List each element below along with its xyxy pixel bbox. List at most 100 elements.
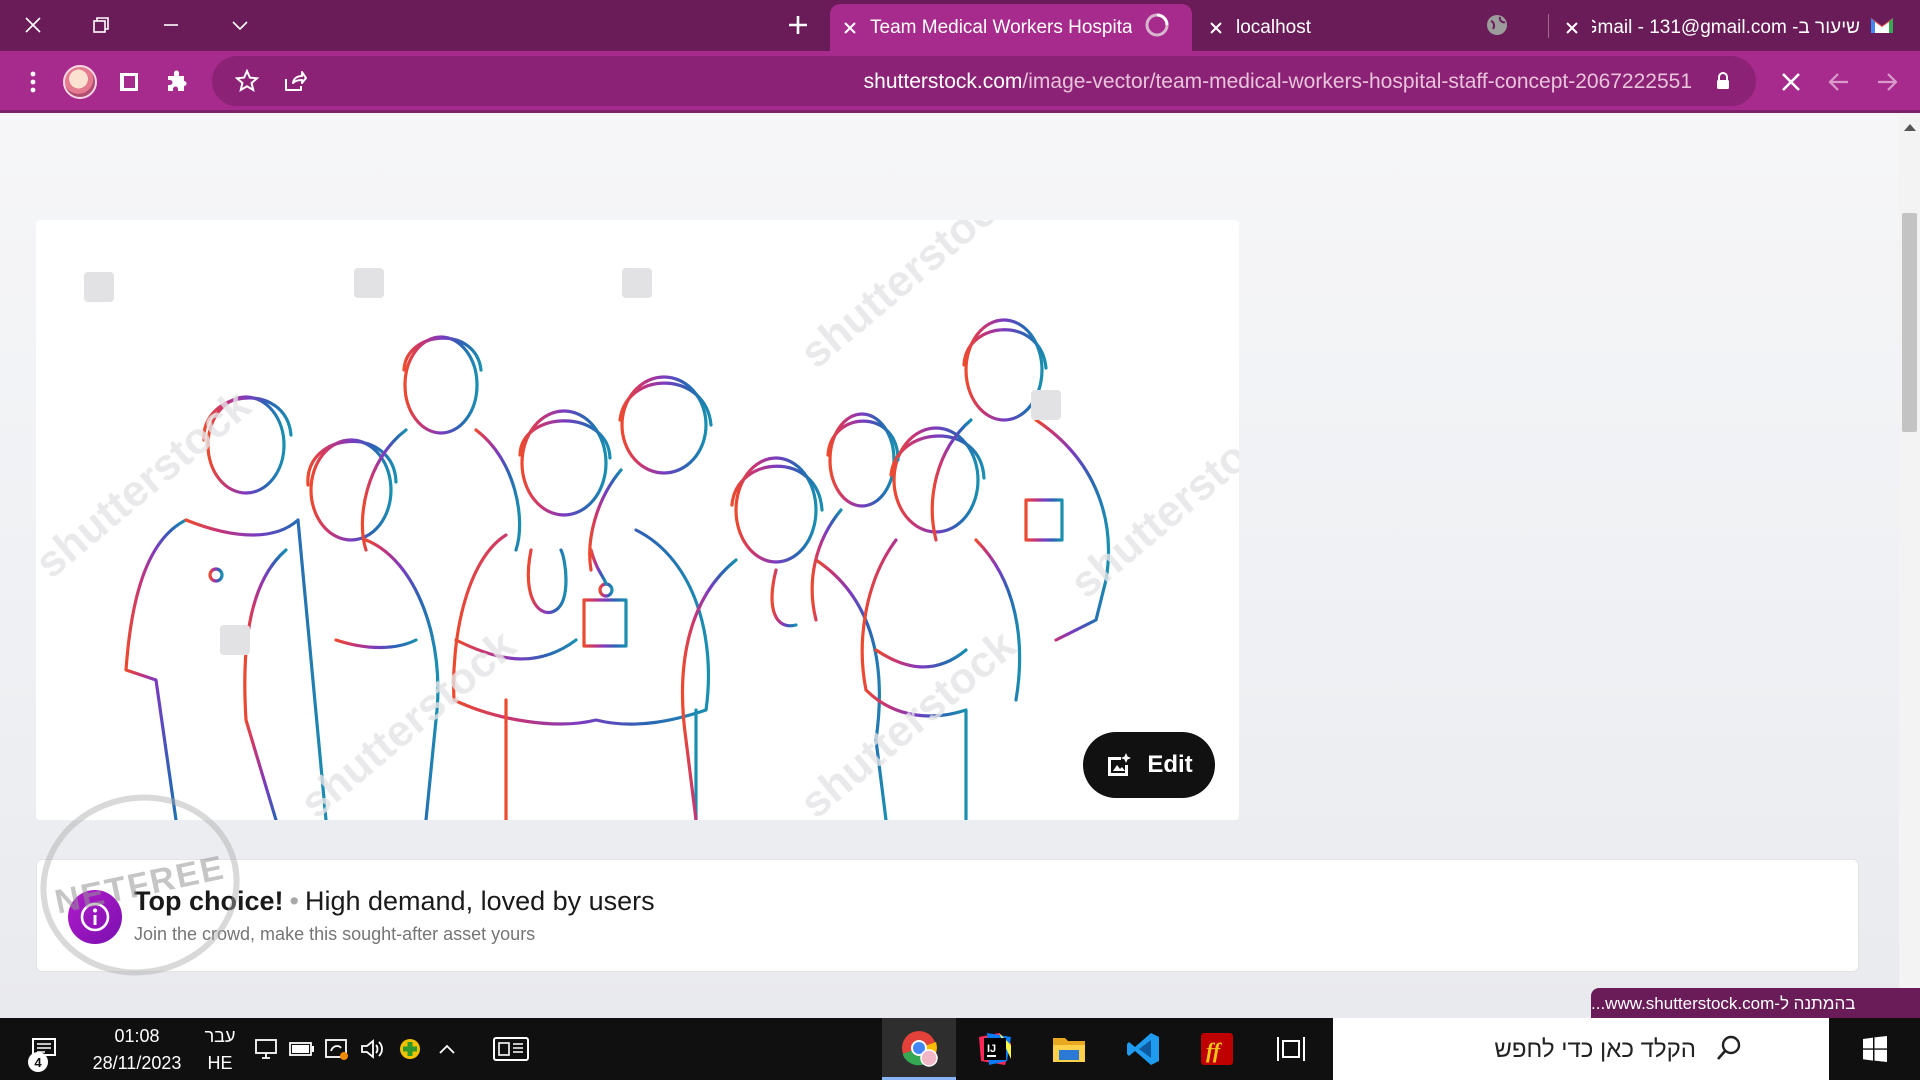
security-shield-icon[interactable] (393, 1018, 427, 1080)
minimize-window-button[interactable] (141, 4, 201, 46)
tab-label: שיעור ב- Gmail - 131@gmail.com (1592, 16, 1860, 38)
file-explorer-icon (1053, 1038, 1085, 1062)
watermark-text: shutterstock (791, 220, 1025, 378)
profile-avatar[interactable] (63, 65, 97, 99)
gmail-icon (1870, 16, 1894, 40)
tab-team-medical[interactable]: Team Medical Workers Hospital (830, 4, 1192, 51)
tab-close-button[interactable] (830, 21, 870, 35)
vscode-icon (1127, 1033, 1159, 1065)
banner-title: Top choice! • High demand, loved by users (134, 886, 655, 917)
kebab-menu-icon (30, 71, 36, 93)
network-icon[interactable] (250, 1018, 284, 1080)
start-button[interactable] (1829, 1018, 1920, 1080)
intellij-icon: IJ (979, 1033, 1011, 1065)
search-icon (1715, 1034, 1743, 1067)
new-tab-button[interactable] (770, 6, 826, 44)
plus-icon (789, 16, 807, 34)
image-edit-icon (1108, 753, 1132, 776)
watermark-text: shutterstock (36, 380, 260, 588)
scrollbar-thumb[interactable] (1902, 213, 1917, 432)
taskbar-intellij[interactable]: IJ (960, 1018, 1030, 1080)
url-host: shutterstock.com (863, 70, 1023, 93)
sync-icon[interactable] (320, 1018, 354, 1080)
taskbar-task-view[interactable] (1256, 1018, 1326, 1080)
extensions-button[interactable] (156, 61, 198, 103)
watermark-text: shutterstock (1061, 400, 1239, 608)
minimize-icon (164, 24, 178, 26)
url-path: /image-vector/team-medical-workers-hospi… (1022, 70, 1692, 93)
search-placeholder: הקלד כאן כדי לחפש (1494, 1036, 1696, 1063)
banner-subtitle: Join the crowd, make this sought-after a… (134, 924, 536, 944)
browser-toolbar: shutterstock.com/image-vector/team-medic… (0, 51, 1920, 113)
close-window-button[interactable] (3, 4, 63, 46)
browser-titlebar: Team Medical Workers Hospital localhost … (0, 0, 1920, 51)
action-center-button[interactable] (0, 1018, 88, 1080)
loading-spinner-icon (1144, 12, 1170, 44)
tab-label: Team Medical Workers Hospital (870, 16, 1132, 38)
tab-separator (1548, 14, 1549, 38)
battery-icon[interactable] (285, 1018, 319, 1080)
taskbar-file-explorer[interactable] (1034, 1018, 1104, 1080)
task-view-icon (1277, 1037, 1305, 1061)
chevron-up-icon (439, 1044, 455, 1054)
close-icon (1210, 21, 1222, 34)
language-indicator-top[interactable]: עבר (197, 1026, 243, 1047)
language-indicator-bottom[interactable]: HE (197, 1053, 243, 1074)
close-icon (25, 17, 41, 33)
close-icon (1566, 21, 1578, 34)
product-image[interactable]: shutterstock shutterstock shutterstock s… (36, 220, 1239, 820)
tab-gmail[interactable]: שיעור ב- Gmail - 131@gmail.com (1552, 4, 1920, 51)
taskbar-filezilla[interactable]: ff (1182, 1018, 1252, 1080)
loading-status: בהמתנה ל-www.shutterstock.com... (1591, 988, 1920, 1019)
tab-localhost[interactable]: localhost (1196, 4, 1521, 51)
url-text[interactable]: shutterstock.com/image-vector/team-medic… (864, 70, 1692, 94)
side-panel-button[interactable] (108, 61, 150, 103)
puzzle-piece-icon (168, 70, 187, 91)
taskbar-vscode[interactable] (1108, 1018, 1178, 1080)
banner-separator: • (289, 886, 299, 916)
tab-label: localhost (1236, 16, 1311, 38)
news-icon (493, 1037, 529, 1061)
share-icon (285, 71, 307, 91)
scroll-up-arrow-icon[interactable] (1904, 124, 1916, 131)
banner-title-rest: High demand, loved by users (304, 886, 655, 916)
back-button[interactable] (1818, 61, 1860, 103)
watermark-text: shutterstock (291, 620, 525, 820)
info-badge-icon (68, 890, 122, 944)
share-button[interactable] (274, 60, 316, 102)
forward-button[interactable] (1866, 61, 1908, 103)
tab-search-button[interactable] (210, 4, 270, 46)
notification-count-badge: 4 (28, 1052, 48, 1072)
tab-close-button[interactable] (1552, 21, 1592, 35)
clock-time[interactable]: 01:08 (89, 1026, 185, 1047)
bookmark-button[interactable] (226, 60, 268, 102)
news-widget-button[interactable] (486, 1018, 536, 1080)
edit-image-button[interactable]: Edit (1083, 732, 1215, 798)
browser-menu-button[interactable] (12, 61, 54, 103)
side-panel-icon (120, 73, 138, 91)
arrow-right-icon (1878, 73, 1898, 91)
globe-icon (1485, 13, 1509, 43)
close-icon (1782, 73, 1800, 91)
restore-window-button[interactable] (71, 4, 131, 46)
windows-logo-icon (1862, 1036, 1887, 1062)
taskbar-search-box[interactable]: הקלד כאן כדי לחפש (1333, 1018, 1829, 1080)
show-hidden-icons-button[interactable] (430, 1018, 464, 1080)
windows-taskbar: 01:08 28/11/2023 עבר HE IJ ff הקלד כאן כ… (0, 1018, 1920, 1080)
svg-text:IJ: IJ (987, 1043, 996, 1055)
filezilla-icon: ff (1201, 1033, 1233, 1065)
lock-icon[interactable] (1716, 72, 1730, 95)
clock-date[interactable]: 28/11/2023 (83, 1053, 191, 1074)
chrome-icon (902, 1030, 938, 1067)
volume-icon[interactable] (356, 1018, 390, 1080)
arrow-left-icon (1828, 73, 1848, 91)
top-choice-banner: Top choice! • High demand, loved by users … (36, 859, 1859, 972)
banner-title-bold: Top choice! (134, 886, 284, 916)
medical-team-illustration: shutterstock shutterstock shutterstock s… (36, 220, 1239, 820)
taskbar-chrome[interactable] (882, 1018, 956, 1080)
tab-close-button[interactable] (1196, 21, 1236, 35)
address-bar[interactable]: shutterstock.com/image-vector/team-medic… (212, 56, 1756, 106)
stop-loading-button[interactable] (1770, 61, 1812, 103)
close-icon (844, 21, 856, 34)
edit-label: Edit (1147, 751, 1193, 778)
